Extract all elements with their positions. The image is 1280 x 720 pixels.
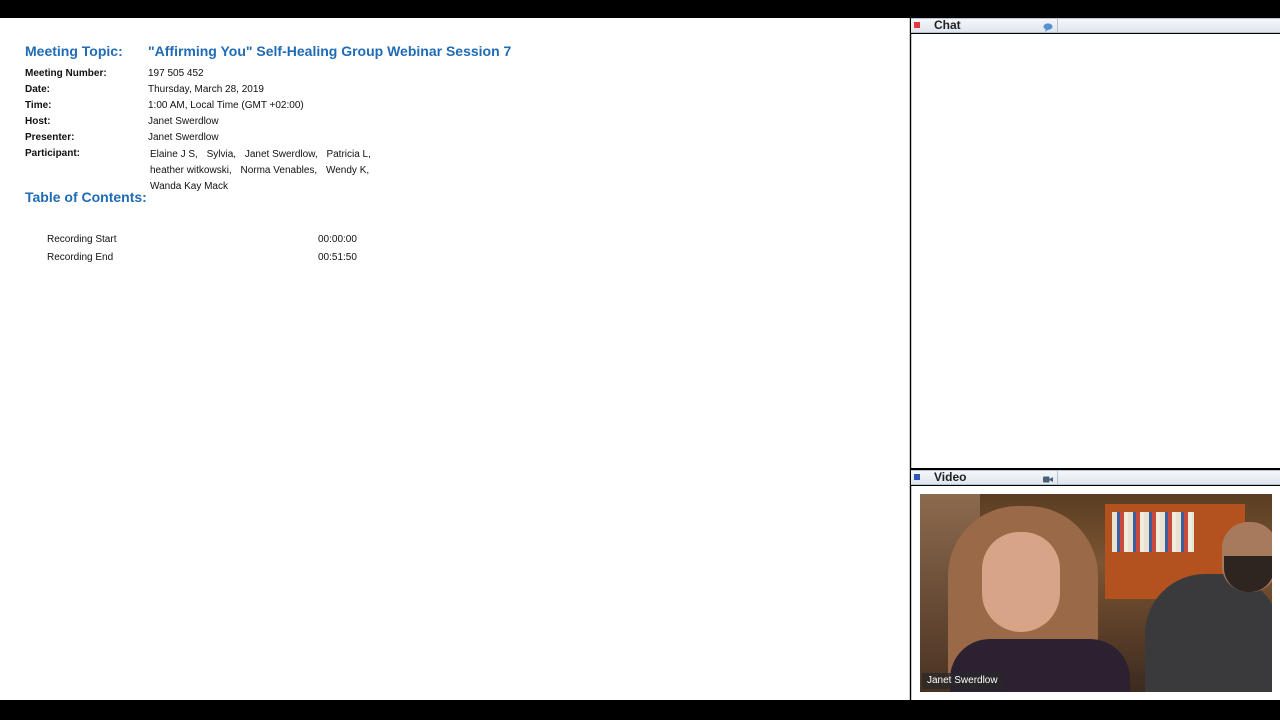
date-value: Thursday, March 28, 2019	[148, 84, 264, 95]
video-status-indicator	[914, 474, 920, 480]
chat-panel-title: Chat	[934, 18, 961, 32]
header-divider	[1057, 19, 1058, 32]
meeting-number-value: 197 505 452	[148, 68, 204, 79]
participant-name: Norma Venables,	[240, 165, 318, 176]
toc-entry-time: 00:51:50	[318, 252, 357, 263]
toc-entry-label[interactable]: Recording End	[47, 251, 113, 265]
speaker-name-tag: Janet Swerdlow	[922, 673, 1003, 689]
chat-panel-header[interactable]: Chat	[911, 18, 1280, 33]
video-camera-icon	[1043, 473, 1053, 483]
participant-name: Wendy K,	[325, 165, 370, 176]
host-label: Host:	[25, 116, 51, 127]
video-panel-header[interactable]: Video	[911, 470, 1280, 485]
participant-name: Elaine J S,	[150, 149, 198, 160]
time-value: 1:00 AM, Local Time (GMT +02:00)	[148, 100, 304, 111]
presenter-value: Janet Swerdlow	[148, 132, 219, 143]
video-panel: Janet Swerdlow	[911, 486, 1280, 700]
table-of-contents-title: Table of Contents:	[25, 189, 147, 205]
meeting-topic-label: Meeting Topic:	[25, 43, 123, 59]
recording-info-pane: Meeting Topic: "Affirming You" Self-Heal…	[0, 18, 910, 700]
toc-entry[interactable]: Recording End 00:51:50	[47, 251, 367, 265]
toc-entry[interactable]: Recording Start 00:00:00	[47, 233, 367, 247]
chat-bubble-icon	[1043, 21, 1053, 32]
toc-entry-label[interactable]: Recording Start	[47, 233, 116, 247]
header-divider	[1057, 471, 1058, 484]
speaker-figure	[982, 532, 1060, 632]
chat-message-area[interactable]	[911, 34, 1280, 468]
video-background	[1112, 512, 1194, 552]
presenter-label: Presenter:	[25, 132, 75, 143]
participant-name: Sylvia,	[206, 149, 237, 160]
participant-label: Participant:	[25, 148, 81, 159]
date-label: Date:	[25, 84, 51, 95]
chat-status-indicator	[914, 22, 920, 28]
participant-name: Janet Swerdlow,	[244, 149, 318, 160]
participant-name: Wanda Kay Mack	[150, 181, 228, 192]
meeting-number-label: Meeting Number:	[25, 68, 107, 79]
participant-list: Elaine J S, Sylvia, Janet Swerdlow, Patr…	[150, 147, 460, 195]
participant-name: heather witkowski,	[150, 165, 232, 176]
toc-entry-time: 00:00:00	[318, 234, 357, 245]
time-label: Time:	[25, 100, 52, 111]
participant-name: Patricia L,	[326, 149, 371, 160]
meeting-topic-value: "Affirming You" Self-Healing Group Webin…	[148, 43, 512, 59]
top-black-bar	[0, 0, 1280, 18]
speaker-video-feed[interactable]: Janet Swerdlow	[920, 494, 1272, 692]
video-panel-title: Video	[934, 470, 967, 484]
bottom-black-bar	[0, 700, 1280, 720]
host-value: Janet Swerdlow	[148, 116, 219, 127]
